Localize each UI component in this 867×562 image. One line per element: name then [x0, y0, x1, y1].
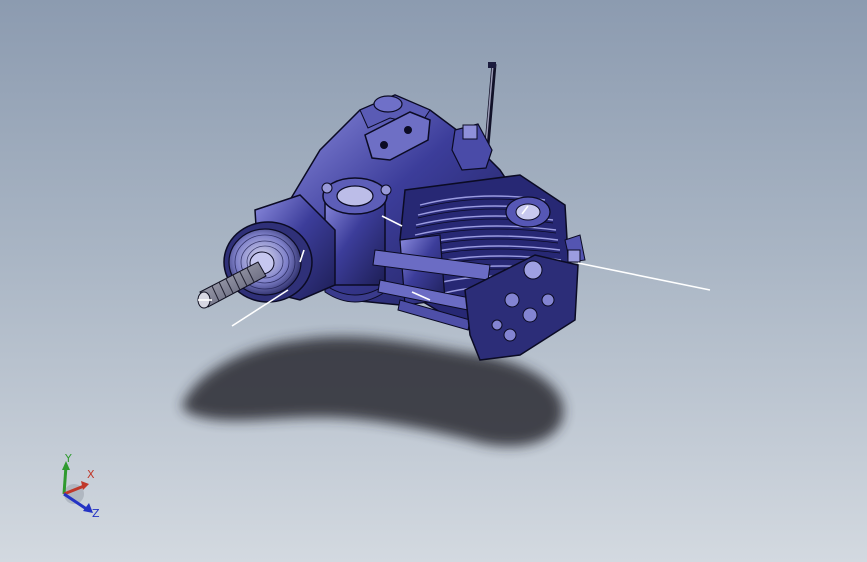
y-axis — [62, 465, 68, 495]
coordinate-triad: Y X Z — [52, 452, 112, 524]
y-axis-label: Y — [65, 452, 72, 465]
triad-axes — [62, 461, 93, 513]
engine-3d-model[interactable] — [0, 0, 867, 562]
x-axis-label: X — [87, 468, 95, 481]
dipstick-rod — [484, 62, 497, 146]
graphics-viewport[interactable]: Y X Z — [0, 0, 867, 562]
z-axis-label: Z — [92, 507, 100, 520]
